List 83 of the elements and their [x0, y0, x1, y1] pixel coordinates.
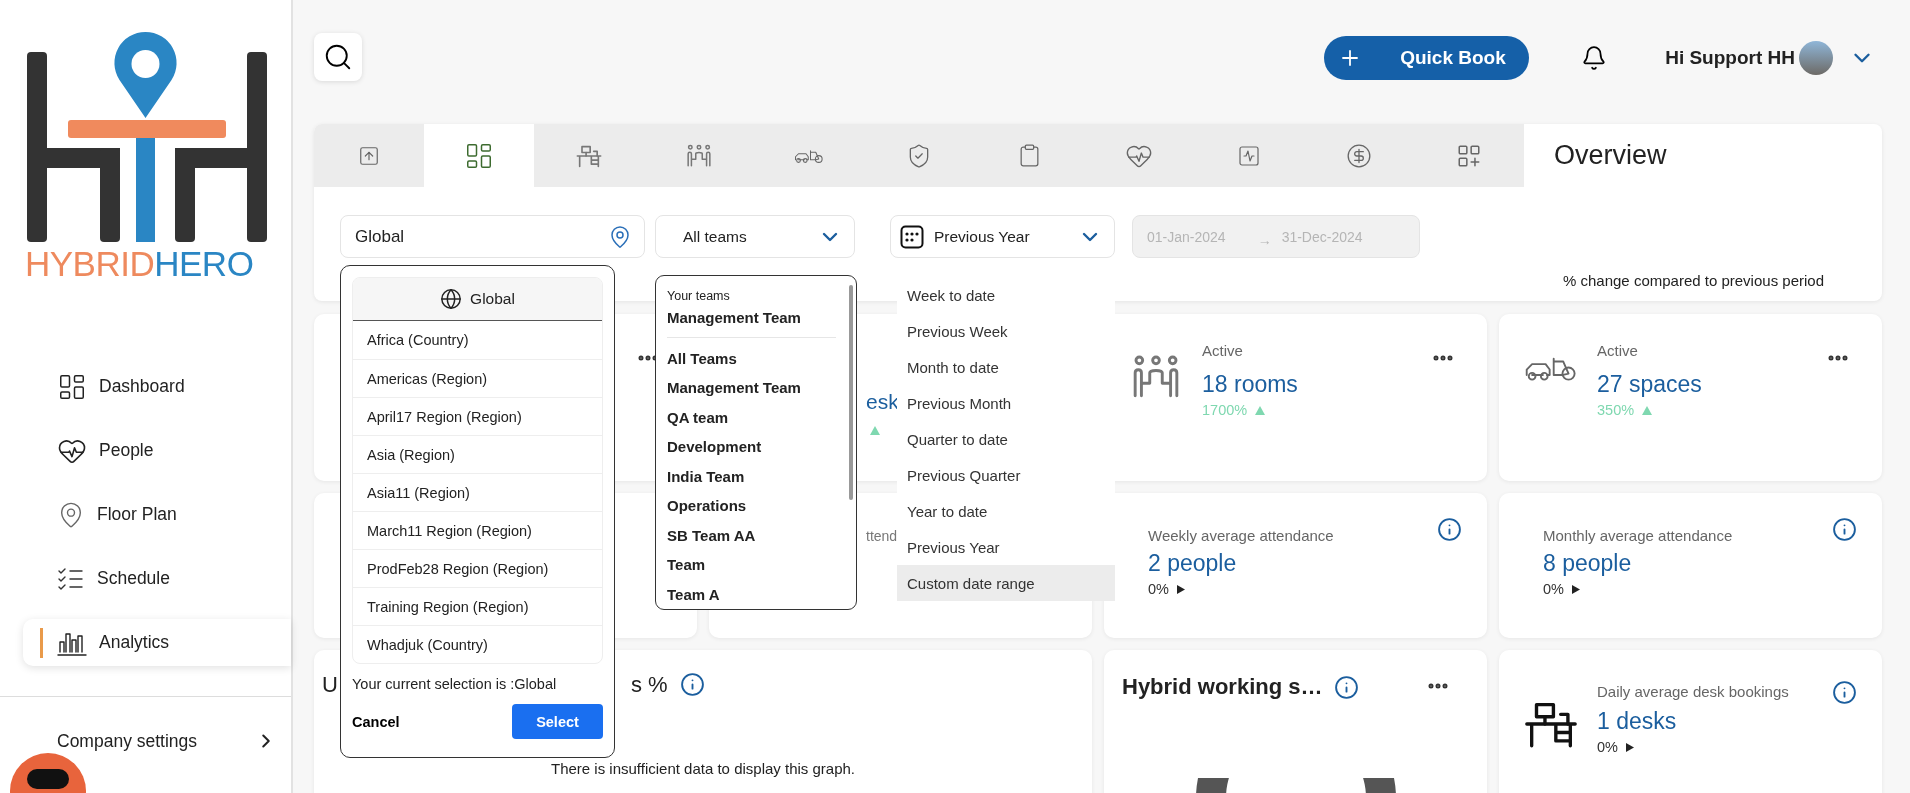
team-option[interactable]: SB Team AA [667, 520, 756, 550]
stat-label: Weekly average attendance [1148, 527, 1334, 544]
info-icon[interactable] [1437, 517, 1462, 542]
stat-label: Active [1597, 342, 1638, 359]
upload-box-icon [358, 144, 380, 167]
user-greeting: Hi Support HH [1665, 47, 1795, 69]
chart-title: Hybrid working s… [1122, 674, 1323, 700]
stat-value: 1 desks [1597, 708, 1677, 735]
dollar-circle-icon [1346, 142, 1372, 169]
stat-change: 0% [1148, 581, 1169, 597]
location-option[interactable]: Africa (Country) [353, 321, 602, 359]
nav-item[interactable]: Floor Plan [23, 491, 291, 538]
search-icon [323, 42, 353, 72]
chart-title: s % [630, 671, 668, 698]
team-option[interactable]: QA team [667, 402, 729, 432]
info-icon[interactable] [1832, 517, 1857, 542]
cancel-button[interactable]: Cancel [352, 713, 400, 730]
avatar [1799, 41, 1833, 75]
location-option[interactable]: Asia11 (Region) [353, 473, 602, 511]
location-option[interactable]: Whadjuk (Country) [353, 625, 602, 663]
chart-title: U [322, 671, 338, 698]
team-option[interactable]: All Teams [667, 343, 737, 373]
line-chart-box-icon [1237, 143, 1261, 168]
team-option[interactable]: Team [667, 550, 706, 580]
location-field[interactable]: Global [340, 215, 645, 258]
location-option[interactable]: Americas (Region) [353, 359, 602, 397]
tab[interactable] [424, 124, 534, 187]
search-button[interactable] [314, 33, 362, 81]
stat-label: Daily average desk bookings [1597, 683, 1789, 700]
team-option[interactable]: Management Team [667, 303, 801, 333]
period-option[interactable]: Custom date range [897, 565, 1115, 601]
info-icon[interactable] [1832, 680, 1857, 705]
meeting-people-icon [686, 142, 712, 169]
notifications-button[interactable] [1581, 45, 1608, 71]
section-label: Your teams [667, 289, 731, 303]
info-icon[interactable] [679, 672, 705, 697]
team-dropdown-field[interactable]: All teams [655, 215, 855, 258]
stat-label: Active [1202, 342, 1243, 359]
stat-value: esk [866, 390, 899, 414]
nav-item[interactable]: People [23, 427, 291, 474]
location-option[interactable]: March11 Region (Region) [353, 511, 602, 549]
calendar-icon [900, 224, 924, 249]
grid-plus-icon [1456, 142, 1482, 169]
location-option[interactable]: ProdFeb28 Region (Region) [353, 549, 602, 587]
map-pin-icon [608, 224, 632, 249]
location-option[interactable]: Training Region (Region) [353, 587, 602, 625]
period-dropdown-field[interactable]: Previous Year [890, 215, 1115, 258]
selection-text: Your current selection is :Global [352, 676, 558, 692]
stat-value: 2 people [1148, 550, 1237, 577]
chat-bubble-icon [25, 767, 71, 791]
stat-change: 0% [1597, 739, 1618, 755]
team-option[interactable]: India Team [667, 461, 745, 491]
scrollbar[interactable] [849, 285, 853, 500]
team-option[interactable]: Operations [667, 491, 747, 521]
info-icon[interactable] [1334, 674, 1360, 700]
stat-change: 1700% [1202, 402, 1248, 418]
comparison-note: % change compared to previous period [1562, 272, 1825, 289]
panel-title: Overview [1524, 124, 1882, 187]
stat-value: 18 rooms [1202, 371, 1298, 398]
stat-value: 8 people [1543, 550, 1632, 577]
checklist-icon [57, 566, 85, 591]
globe-icon [440, 288, 463, 310]
stat-change: 0% [1543, 581, 1564, 597]
location-option[interactable]: Global [353, 278, 602, 321]
location-option[interactable]: April17 Region (Region) [353, 397, 602, 435]
stat-change: 350% [1597, 402, 1635, 418]
nav-item[interactable]: Schedule [23, 555, 291, 602]
stat-label: ttend [866, 528, 898, 544]
location-option[interactable]: Asia (Region) [353, 435, 602, 473]
logo-wordmark: HYBRIDHERO [25, 246, 254, 281]
bell-icon [1581, 45, 1608, 71]
empty-chart-message: There is insufficient data to display this graph. [549, 760, 857, 777]
select-button[interactable]: Select [512, 704, 603, 739]
team-option[interactable]: Team A [667, 579, 720, 609]
quick-book-button[interactable]: Quick Book [1324, 36, 1530, 80]
stat-label: Monthly average attendance [1543, 527, 1733, 544]
nav-item[interactable]: Analytics [23, 619, 291, 666]
team-option[interactable]: Management Team [667, 373, 801, 403]
nav-item[interactable]: Dashboard [23, 363, 291, 410]
selected-indicator [40, 628, 43, 658]
team-option[interactable]: Development [667, 432, 762, 462]
nav-item[interactable]: Company settings [0, 729, 291, 753]
stat-value: 27 spaces [1597, 371, 1702, 398]
